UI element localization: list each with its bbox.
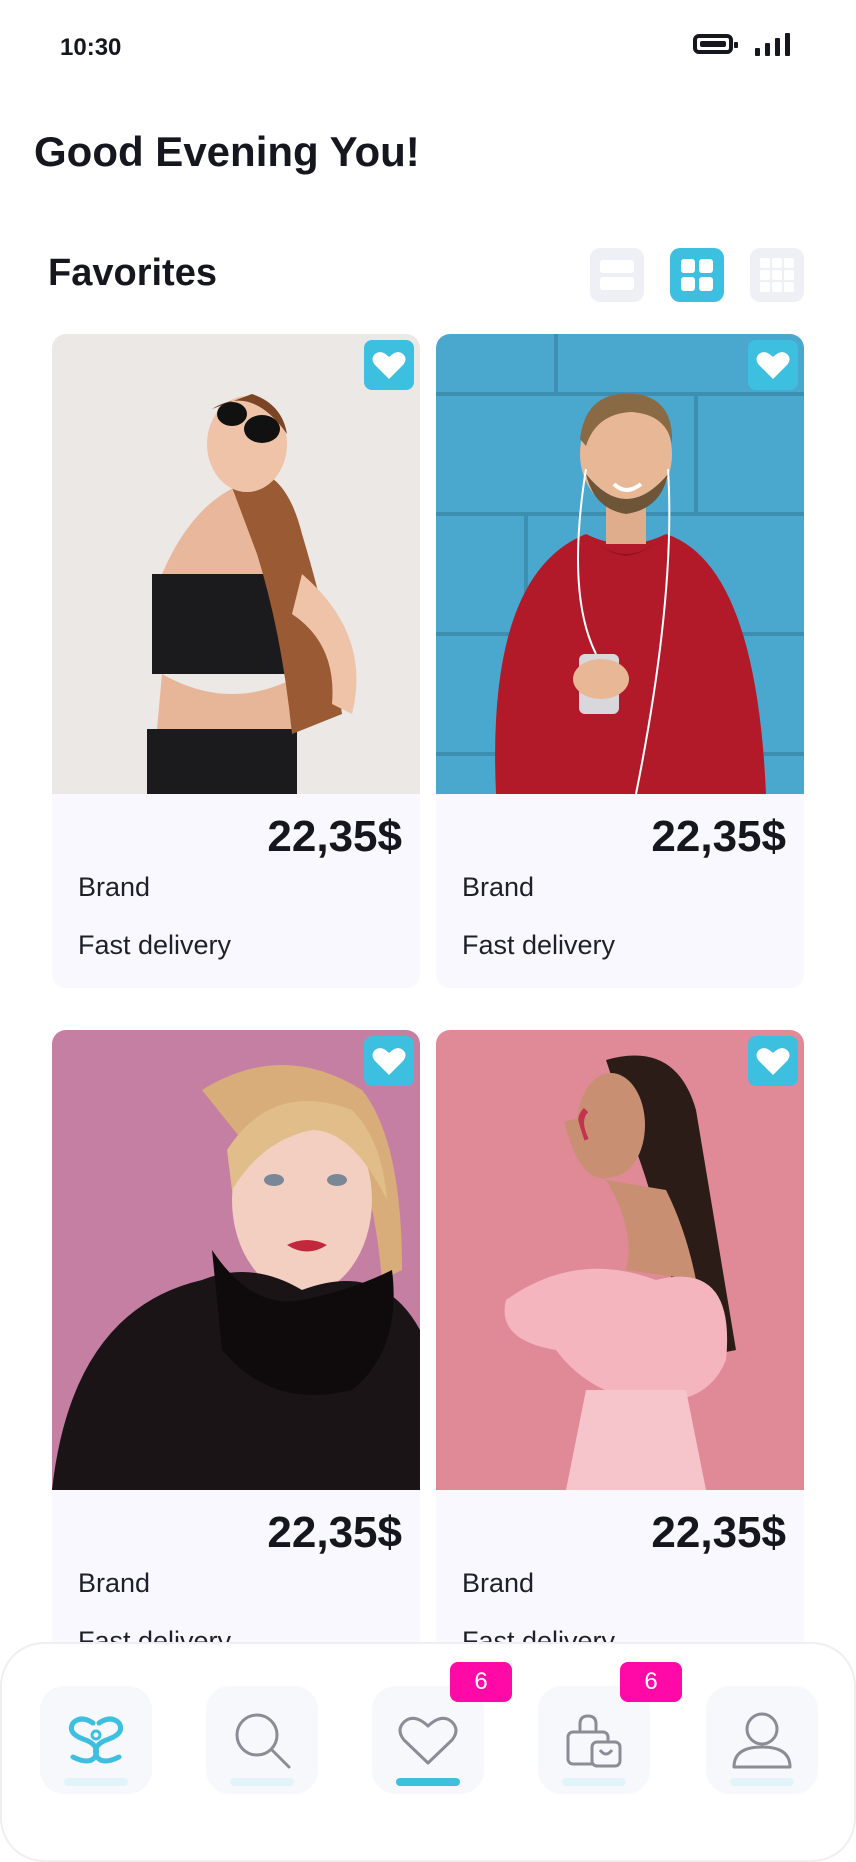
nav-indicator [730, 1778, 794, 1786]
nav-indicator-active [396, 1778, 460, 1786]
favorite-heart-button[interactable] [364, 340, 414, 390]
status-bar: 10:30 [0, 0, 856, 96]
battery-icon [693, 34, 738, 54]
status-time: 10:30 [60, 34, 122, 61]
product-brand: Brand [78, 1568, 151, 1598]
heart-filled-icon [372, 352, 406, 379]
product-card[interactable]: 22,35$ Brand Fast delivery [52, 334, 420, 988]
compact-grid-view-button[interactable] [750, 248, 804, 302]
status-icons [693, 32, 790, 56]
product-card[interactable]: 22,35$ Brand Fast delivery [52, 1030, 420, 1684]
product-image-woman-blonde[interactable] [52, 1030, 420, 1490]
product-brand: Brand [462, 1568, 535, 1598]
nav-home-button[interactable] [40, 1686, 152, 1794]
product-price: 22,35$ [651, 1508, 786, 1557]
home-logo-icon [68, 1716, 124, 1764]
favorites-title: Favorites [48, 252, 217, 294]
greeting-title: Good Evening You! [34, 128, 420, 175]
favorite-heart-button[interactable] [748, 1036, 798, 1086]
product-brand: Brand [78, 872, 151, 902]
list-view-icon [600, 260, 634, 290]
product-card[interactable]: 22,35$ Brand Fast delivery [436, 334, 804, 988]
nav-indicator [562, 1778, 626, 1786]
favorite-heart-button[interactable] [748, 340, 798, 390]
nav-profile-button[interactable] [706, 1686, 818, 1794]
grid-2x2-icon [681, 259, 713, 291]
heart-icon [398, 1716, 458, 1765]
product-delivery: Fast delivery [78, 930, 232, 960]
product-brand: Brand [462, 872, 535, 902]
product-card[interactable]: 22,35$ Brand Fast delivery [436, 1030, 804, 1684]
search-icon [235, 1713, 291, 1769]
nav-favorites-button[interactable] [372, 1686, 484, 1794]
product-image-woman-sunglasses[interactable] [52, 334, 420, 794]
grid-3x3-icon [760, 258, 794, 292]
profile-icon [732, 1712, 792, 1769]
heart-filled-icon [372, 1048, 406, 1075]
view-toggle-group [590, 248, 804, 302]
product-price: 22,35$ [267, 812, 402, 861]
cart-count-badge: 6 [620, 1662, 682, 1702]
signal-icon [755, 32, 790, 56]
product-image-man-red-sweater[interactable] [436, 334, 804, 794]
product-price: 22,35$ [267, 1508, 402, 1557]
product-price: 22,35$ [651, 812, 786, 861]
list-view-button[interactable] [590, 248, 644, 302]
shopping-bag-icon [566, 1714, 622, 1768]
heart-filled-icon [756, 352, 790, 379]
heart-filled-icon [756, 1048, 790, 1075]
nav-indicator [64, 1778, 128, 1786]
grid-view-button[interactable] [670, 248, 724, 302]
favorite-heart-button[interactable] [364, 1036, 414, 1086]
nav-indicator [230, 1778, 294, 1786]
nav-search-button[interactable] [206, 1686, 318, 1794]
product-delivery: Fast delivery [462, 930, 616, 960]
product-image-woman-pink-dress[interactable] [436, 1030, 804, 1490]
favorites-count-badge: 6 [450, 1662, 512, 1702]
bottom-navigation: 6 6 [0, 1642, 856, 1862]
nav-cart-button[interactable] [538, 1686, 650, 1794]
